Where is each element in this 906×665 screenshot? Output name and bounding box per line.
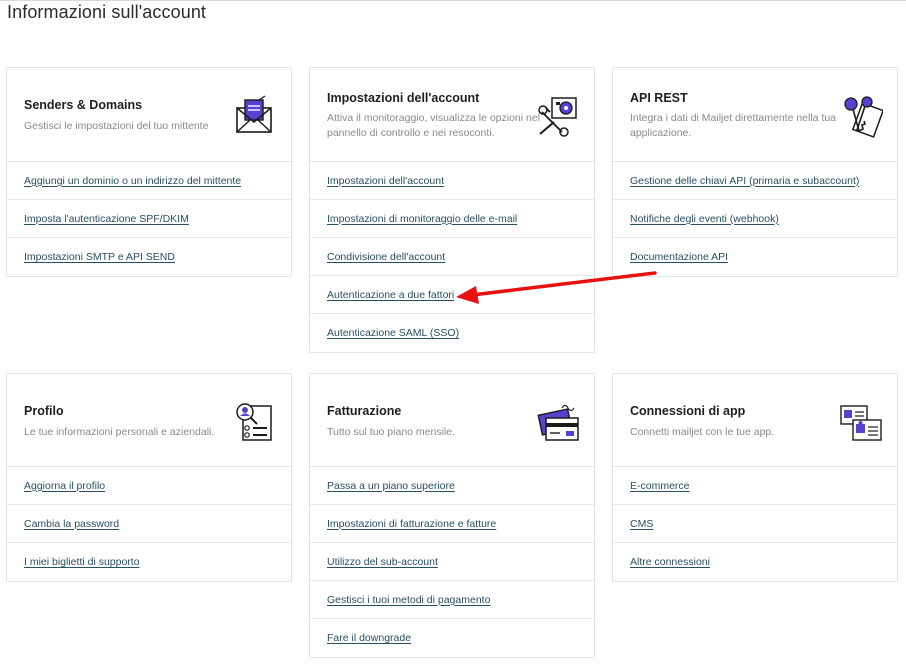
billing-settings-link[interactable]: Impostazioni di fatturazione e fatture <box>327 518 496 530</box>
link-row: Aggiorna il profilo <box>7 467 291 505</box>
card-links: Gestione delle chiavi API (primaria e su… <box>613 162 897 276</box>
saml-sso-link[interactable]: Autenticazione SAML (SSO) <box>327 327 459 339</box>
puzzle-cards-icon <box>840 405 882 441</box>
support-tickets-link[interactable]: I miei biglietti di supporto <box>24 556 140 568</box>
account-sharing-link[interactable]: Condivisione dell'account <box>327 251 445 263</box>
envelope-icon <box>236 95 272 133</box>
keys-icon <box>844 96 883 138</box>
link-row: Cambia la password <box>7 505 291 543</box>
card-links: Impostazioni dell'account Impostazioni d… <box>310 162 594 352</box>
top-divider <box>0 0 906 1</box>
link-row: Gestisci i tuoi metodi di pagamento <box>310 581 594 619</box>
card-account-settings: Impostazioni dell'account Attiva il moni… <box>309 67 595 353</box>
upgrade-plan-link[interactable]: Passa a un piano superiore <box>327 480 455 492</box>
link-row: Notifiche degli eventi (webhook) <box>613 200 897 238</box>
link-row: Passa a un piano superiore <box>310 467 594 505</box>
card-description: Connetti mailjet con le tue app. <box>630 426 775 438</box>
card-app-connections: Connessioni di app Connetti mailjet con … <box>612 373 898 582</box>
link-row: Impostazioni SMTP e API SEND <box>7 238 291 276</box>
link-row: Imposta l'autenticazione SPF/DKIM <box>7 200 291 238</box>
link-row: Impostazioni di monitoraggio delle e-mai… <box>310 200 594 238</box>
account-settings-link[interactable]: Impostazioni dell'account <box>327 175 444 187</box>
update-profile-link[interactable]: Aggiorna il profilo <box>24 480 105 492</box>
subaccount-usage-link[interactable]: Utilizzo del sub-account <box>327 556 438 568</box>
add-domain-sender-link[interactable]: Aggiungi un dominio o un indirizzo del m… <box>24 175 241 187</box>
downgrade-link[interactable]: Fare il downgrade <box>327 632 411 644</box>
link-row: Fare il downgrade <box>310 619 594 657</box>
card-links: Aggiorna il profilo Cambia la password I… <box>7 467 291 581</box>
card-header: Fatturazione Tutto sul tuo piano mensile… <box>310 374 594 467</box>
link-row: Gestione delle chiavi API (primaria e su… <box>613 162 897 200</box>
spf-dkim-link[interactable]: Imposta l'autenticazione SPF/DKIM <box>24 213 189 225</box>
page-title: Informazioni sull'account <box>7 2 207 22</box>
card-description: Attiva il monitoraggio, visualizza le op… <box>327 112 541 139</box>
api-keys-link[interactable]: Gestione delle chiavi API (primaria e su… <box>630 175 859 187</box>
card-senders-domains: Senders & Domains Gestisci le impostazio… <box>6 67 292 277</box>
settings-tools-icon <box>538 97 577 137</box>
change-password-link[interactable]: Cambia la password <box>24 518 119 530</box>
ecommerce-link[interactable]: E-commerce <box>630 480 690 492</box>
link-row: Impostazioni di fatturazione e fatture <box>310 505 594 543</box>
card-title: Senders & Domains <box>24 98 143 112</box>
card-header: API REST Integra i dati di Mailjet diret… <box>613 68 897 162</box>
card-description: Tutto sul tuo piano mensile. <box>327 426 456 438</box>
card-title: API REST <box>630 91 688 105</box>
email-tracking-settings-link[interactable]: Impostazioni di monitoraggio delle e-mai… <box>327 213 517 225</box>
card-title: Profilo <box>24 404 64 418</box>
two-factor-auth-link[interactable]: Autenticazione a due fattori <box>327 289 454 301</box>
link-row: E-commerce <box>613 467 897 505</box>
link-row: Aggiungi un dominio o un indirizzo del m… <box>7 162 291 200</box>
card-header: Senders & Domains Gestisci le impostazio… <box>7 68 291 162</box>
card-billing: Fatturazione Tutto sul tuo piano mensile… <box>309 373 595 658</box>
card-api-rest: API REST Integra i dati di Mailjet diret… <box>612 67 898 277</box>
payment-methods-link[interactable]: Gestisci i tuoi metodi di pagamento <box>327 594 490 606</box>
link-row: I miei biglietti di supporto <box>7 543 291 581</box>
card-header: Profilo Le tue informazioni personali e … <box>7 374 291 467</box>
card-header: Connessioni di app Connetti mailjet con … <box>613 374 897 467</box>
card-title: Impostazioni dell'account <box>327 91 480 105</box>
card-description: Gestisci le impostazioni del tuo mittent… <box>24 120 209 132</box>
link-row: Autenticazione SAML (SSO) <box>310 314 594 352</box>
card-title: Fatturazione <box>327 404 402 418</box>
event-webhook-link[interactable]: Notifiche degli eventi (webhook) <box>630 213 779 225</box>
card-links: Passa a un piano superiore Impostazioni … <box>310 467 594 657</box>
smtp-api-send-link[interactable]: Impostazioni SMTP e API SEND <box>24 251 175 263</box>
card-description: Integra i dati di Mailjet direttamente n… <box>630 112 837 139</box>
card-profile: Profilo Le tue informazioni personali e … <box>6 373 292 582</box>
profile-search-icon <box>236 403 272 441</box>
link-row: Altre connessioni <box>613 543 897 581</box>
card-links: Aggiungi un dominio o un indirizzo del m… <box>7 162 291 276</box>
card-title: Connessioni di app <box>630 404 746 418</box>
annotation-arrow-icon <box>456 271 657 304</box>
api-docs-link[interactable]: Documentazione API <box>630 251 728 263</box>
other-connections-link[interactable]: Altre connessioni <box>630 556 710 568</box>
credit-card-icon <box>537 404 579 441</box>
cms-link[interactable]: CMS <box>630 518 653 530</box>
link-row: Utilizzo del sub-account <box>310 543 594 581</box>
card-header: Impostazioni dell'account Attiva il moni… <box>310 68 594 162</box>
link-row: CMS <box>613 505 897 543</box>
link-row: Impostazioni dell'account <box>310 162 594 200</box>
card-links: E-commerce CMS Altre connessioni <box>613 467 897 581</box>
card-description: Le tue informazioni personali e aziendal… <box>24 426 215 438</box>
